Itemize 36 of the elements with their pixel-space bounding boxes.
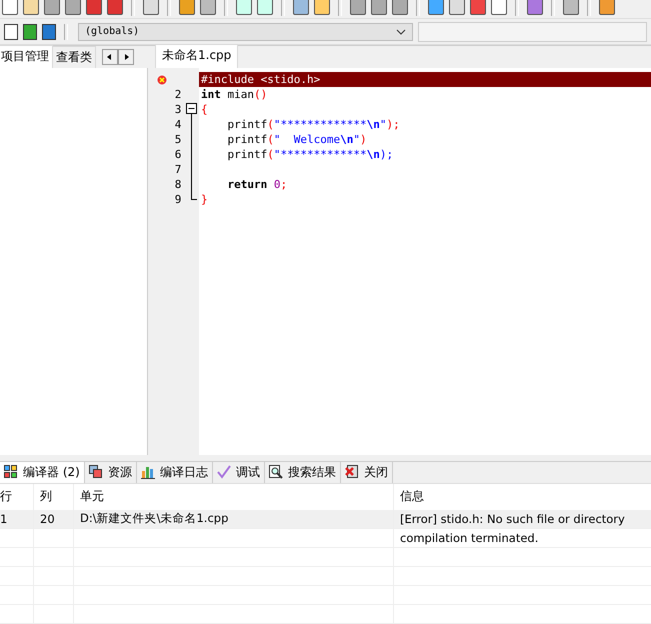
line-number: 9 — [174, 192, 182, 208]
code-line: #include <stido.h> — [201, 73, 320, 86]
bar-chart-icon — [140, 465, 155, 480]
line-number: 7 — [174, 162, 182, 178]
windows-icon — [88, 465, 103, 480]
scope-dropdown[interactable]: (globals) — [78, 22, 413, 41]
dropdown-field[interactable] — [418, 22, 647, 42]
panel-tab[interactable]: 编译器 (2) — [0, 462, 85, 483]
code-line: { — [201, 103, 208, 116]
file-tab[interactable]: 未命名1.cpp — [155, 44, 238, 68]
close-icon — [344, 465, 359, 480]
table-cell: 20 — [40, 512, 55, 526]
line-number: 6 — [174, 147, 182, 162]
scroll-left-button[interactable] — [102, 49, 118, 66]
code-line: printf("*************\n); — [226, 148, 394, 162]
table-cell: D:\新建文件夹\未命名1.cpp — [80, 511, 228, 526]
line-number: 8 — [174, 177, 182, 192]
line-number: 3 — [174, 102, 182, 118]
code-line: printf("*************\n"); — [226, 118, 400, 132]
line-number: 4 — [174, 117, 182, 132]
code-line: int mian() — [201, 88, 268, 102]
scroll-right-button[interactable] — [118, 49, 134, 66]
chevron-down-icon — [396, 28, 406, 35]
fold-end-line — [191, 192, 197, 200]
table-cell: compilation terminated. — [400, 530, 538, 545]
code-line: } — [201, 193, 208, 206]
line-number: 5 — [174, 132, 182, 148]
column-header[interactable]: 信息 — [394, 484, 651, 510]
panel-tab[interactable]: 查看类 — [52, 46, 96, 68]
code-line: printf(" Welcome\n") — [226, 133, 367, 146]
fold-toggle-icon[interactable] — [186, 102, 197, 118]
panel-tab[interactable]: 项目管理 — [0, 45, 53, 68]
table-cell: 1 — [0, 512, 8, 526]
line-number: 2 — [174, 87, 182, 102]
code-line: return 0; — [226, 178, 288, 192]
table-cell: [Error] stido.h: No such file or directory — [400, 512, 625, 526]
